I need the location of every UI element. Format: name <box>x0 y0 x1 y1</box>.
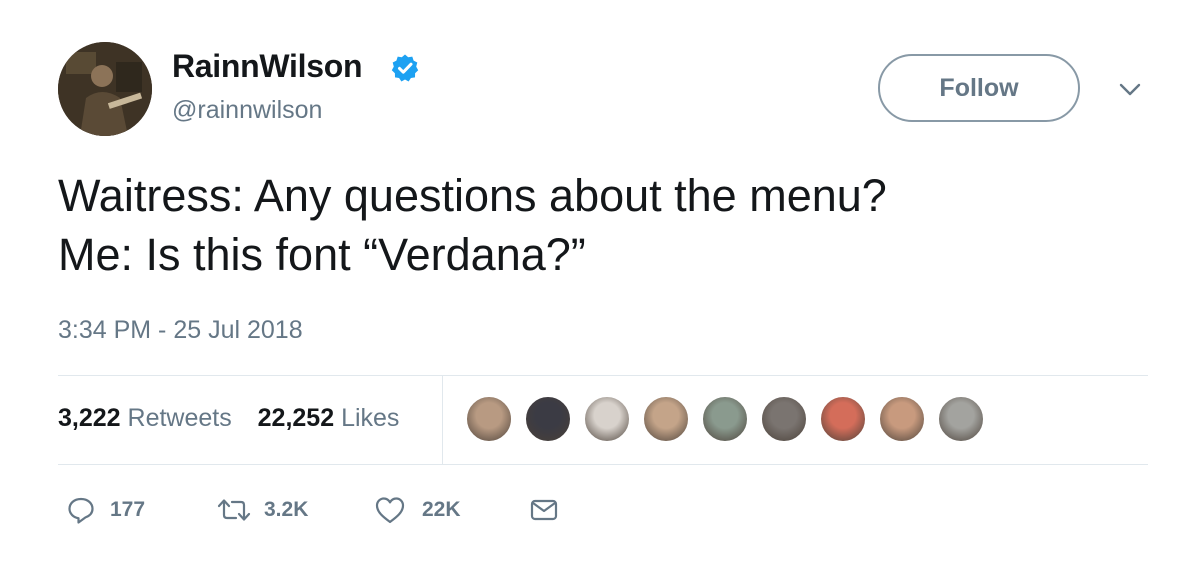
reply-count: 177 <box>110 498 146 521</box>
tweet-line: Waitress: Any questions about the menu? <box>58 170 887 221</box>
envelope-icon <box>530 499 558 521</box>
verified-icon <box>391 54 419 82</box>
retweets-count: 3,222 <box>58 404 121 432</box>
like-count: 22K <box>422 498 461 521</box>
liker-avatar[interactable] <box>643 396 689 442</box>
likes-label: Likes <box>341 404 400 432</box>
liker-avatar[interactable] <box>761 396 807 442</box>
retweet-count: 3.2K <box>264 498 309 521</box>
retweet-button[interactable]: 3.2K <box>216 492 308 528</box>
liker-avatar[interactable] <box>584 396 630 442</box>
liker-avatars <box>466 396 997 444</box>
avatar-image <box>58 42 152 136</box>
caret-down-icon[interactable] <box>1118 80 1142 100</box>
liker-avatar[interactable] <box>938 396 984 442</box>
display-name[interactable]: RainnWilson <box>172 48 362 85</box>
stats-divider <box>442 376 443 464</box>
tweet-text: Waitress: Any questions about the menu? … <box>58 166 887 284</box>
divider <box>58 375 1148 376</box>
retweets-label: Retweets <box>127 404 232 432</box>
heart-icon <box>375 497 405 524</box>
direct-message-button[interactable] <box>528 492 560 528</box>
timestamp[interactable]: 3:34 PM - 25 Jul 2018 <box>58 316 303 345</box>
likes-count: 22,252 <box>257 404 335 432</box>
reply-icon <box>68 497 94 524</box>
retweets-stat[interactable]: 3,222 Retweets <box>58 404 239 432</box>
liker-avatar[interactable] <box>702 396 748 442</box>
tweet-stats: 3,222 Retweets 22,252 Likes <box>58 404 399 433</box>
follow-button[interactable]: Follow <box>878 54 1080 122</box>
retweet-icon <box>217 499 251 521</box>
avatar[interactable] <box>58 42 152 136</box>
like-button[interactable]: 22K <box>374 492 461 528</box>
reply-button[interactable]: 177 <box>66 492 145 528</box>
liker-avatar[interactable] <box>879 396 925 442</box>
liker-avatar[interactable] <box>820 396 866 442</box>
liker-avatar[interactable] <box>466 396 512 442</box>
tweet-line: Me: Is this font “Verdana?” <box>58 229 586 280</box>
liker-avatar[interactable] <box>525 396 571 442</box>
divider <box>58 464 1148 465</box>
likes-stat[interactable]: 22,252 Likes <box>258 404 400 432</box>
handle[interactable]: @rainnwilson <box>172 96 322 125</box>
